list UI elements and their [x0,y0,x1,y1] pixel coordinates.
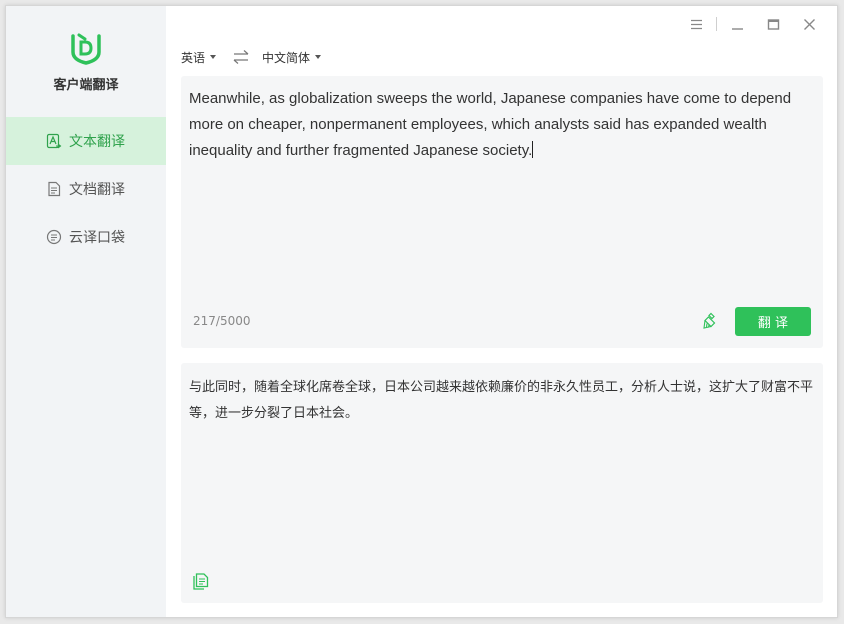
clear-brush-icon[interactable] [702,312,720,330]
source-text-content: Meanwhile, as globalization sweeps the w… [189,90,796,159]
translate-button[interactable]: 翻 译 [735,307,811,336]
app-logo-icon [71,33,101,65]
chevron-down-icon [315,55,322,59]
document-icon [48,181,61,197]
sidebar-item-document-translate[interactable]: 文档翻译 [6,165,166,213]
text-translate-icon [46,133,62,149]
sidebar: 客户端翻译 文本翻译 文档翻译 云译口袋 [6,6,166,617]
character-count: 217/5000 [193,314,251,328]
sidebar-item-cloud-pocket[interactable]: 云译口袋 [6,213,166,261]
menu-button[interactable] [678,14,714,34]
cloud-pocket-icon [46,229,62,245]
window-controls-divider [716,17,717,31]
sidebar-item-label: 文本翻译 [69,134,125,150]
copy-icon[interactable] [192,573,210,591]
source-text-panel: Meanwhile, as globalization sweeps the w… [181,76,823,348]
source-text-input[interactable]: Meanwhile, as globalization sweeps the w… [189,86,809,164]
window-controls [678,14,827,34]
result-panel: 与此同时，随着全球化席卷全球，日本公司越来越依赖廉价的非永久性员工，分析人士说，… [181,363,823,603]
target-language-label: 中文简体 [262,50,311,65]
close-button[interactable] [791,14,827,34]
source-language-select[interactable]: 英语 [181,49,217,66]
close-icon [803,18,815,30]
sidebar-item-label: 文档翻译 [69,182,125,198]
minimize-button[interactable] [719,14,755,34]
swap-languages-icon[interactable] [232,49,250,65]
hamburger-icon [690,19,702,29]
sidebar-item-label: 云译口袋 [69,230,125,246]
sidebar-item-text-translate[interactable]: 文本翻译 [6,117,166,165]
app-window: 客户端翻译 文本翻译 文档翻译 云译口袋 英语 中文简体 Meanwhile, … [5,5,838,618]
maximize-icon [767,18,779,30]
target-language-select[interactable]: 中文简体 [262,49,322,66]
app-name: 客户端翻译 [53,78,119,93]
translation-result: 与此同时，随着全球化席卷全球，日本公司越来越依赖廉价的非永久性员工，分析人士说，… [189,380,814,421]
main-area: 英语 中文简体 Meanwhile, as globalization swee… [166,6,837,617]
language-bar: 英语 中文简体 [181,48,322,66]
chevron-down-icon [210,55,217,59]
text-cursor [532,141,534,158]
maximize-button[interactable] [755,14,791,34]
minimize-icon [731,27,743,30]
source-language-label: 英语 [181,50,206,65]
